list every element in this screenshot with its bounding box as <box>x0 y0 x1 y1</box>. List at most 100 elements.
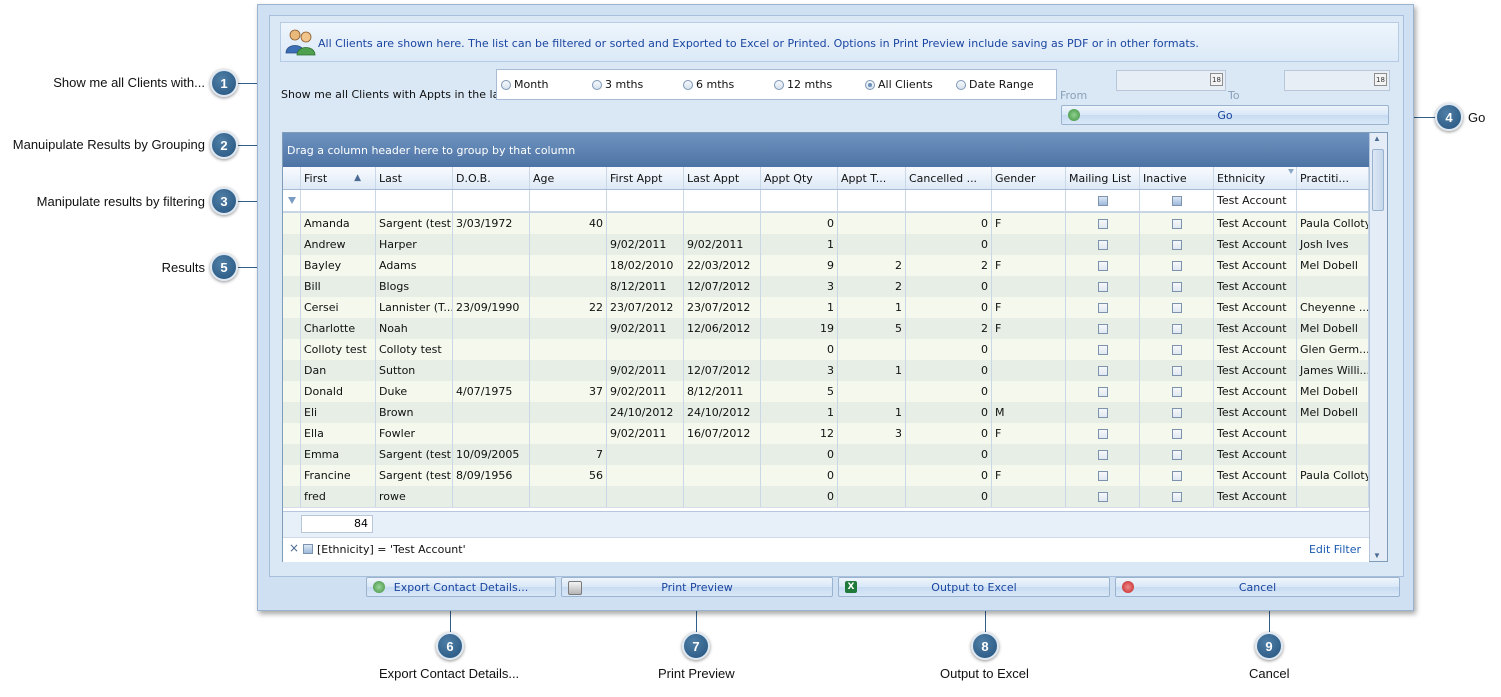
table-row[interactable]: Charlotte Noah 9/02/2011 12/06/2012 19 5 2 F Tes… <box>283 318 1369 340</box>
table-row[interactable]: Bayley Adams 18/02/2010 22/03/2012 9 2 2 F Test … <box>283 255 1369 277</box>
cell-first-appt[interactable]: 9/02/2011 <box>607 381 684 402</box>
cell-practiti[interactable] <box>1297 444 1369 465</box>
cell-age[interactable] <box>530 276 607 297</box>
cell-d-o-b[interactable] <box>453 234 530 255</box>
cell-last-appt[interactable] <box>684 465 761 486</box>
row-checkbox[interactable] <box>1171 428 1182 439</box>
cell-ethnicity[interactable]: Test Account <box>1214 234 1297 255</box>
cell-gender[interactable] <box>992 276 1066 297</box>
filter-cell-appt-qty[interactable] <box>761 190 838 211</box>
cell-ethnicity[interactable]: Test Account <box>1214 318 1297 339</box>
cell-d-o-b[interactable] <box>453 276 530 297</box>
cell-age[interactable] <box>530 402 607 423</box>
cell-cancelled[interactable]: 0 <box>906 381 992 402</box>
cell-age[interactable]: 7 <box>530 444 607 465</box>
cell-first-appt[interactable] <box>607 444 684 465</box>
row-checkbox[interactable] <box>1097 323 1108 334</box>
column-header-ethnicity[interactable]: Ethnicity <box>1214 167 1297 189</box>
export-contact-details-button[interactable]: Export Contact Details... <box>366 577 556 597</box>
cell-first-appt[interactable]: 23/07/2012 <box>607 297 684 318</box>
scroll-down-arrow[interactable]: ▼ <box>1373 551 1381 560</box>
group-by-panel[interactable]: Drag a column header here to group by th… <box>283 133 1369 167</box>
cell-last[interactable]: Colloty test <box>376 339 453 360</box>
cell-first[interactable]: Andrew <box>301 234 376 255</box>
cell-cancelled[interactable]: 0 <box>906 465 992 486</box>
cell-gender[interactable]: F <box>992 213 1066 234</box>
cell-inactive[interactable] <box>1140 339 1214 360</box>
cell-ethnicity[interactable]: Test Account <box>1214 297 1297 318</box>
cell-cancelled[interactable]: 0 <box>906 360 992 381</box>
cancel-button[interactable]: Cancel <box>1115 577 1400 597</box>
cell-last-appt[interactable] <box>684 339 761 360</box>
row-selector[interactable] <box>283 297 301 318</box>
cell-last[interactable]: Fowler <box>376 423 453 444</box>
row-checkbox[interactable] <box>1171 218 1182 229</box>
filter-cell-mailing-list[interactable] <box>1066 190 1140 211</box>
filter-cell-d-o-b[interactable] <box>453 190 530 211</box>
cell-cancelled[interactable]: 0 <box>906 339 992 360</box>
row-selector[interactable] <box>283 381 301 402</box>
row-checkbox[interactable] <box>1097 386 1108 397</box>
radio-month[interactable]: Month <box>501 78 548 91</box>
cell-age[interactable] <box>530 339 607 360</box>
cell-mailing-list[interactable] <box>1066 297 1140 318</box>
cell-last-appt[interactable] <box>684 213 761 234</box>
cell-mailing-list[interactable] <box>1066 276 1140 297</box>
cell-d-o-b[interactable]: 10/09/2005 <box>453 444 530 465</box>
row-selector[interactable] <box>283 486 301 507</box>
cell-practiti[interactable] <box>1297 276 1369 297</box>
cell-last[interactable]: Noah <box>376 318 453 339</box>
edit-filter-link[interactable]: Edit Filter <box>1309 543 1361 556</box>
cell-first-appt[interactable]: 9/02/2011 <box>607 318 684 339</box>
cell-age[interactable] <box>530 318 607 339</box>
table-row[interactable]: Colloty test Colloty test 0 0 Test Account Gl… <box>283 339 1369 361</box>
cell-last[interactable]: Sutton <box>376 360 453 381</box>
cell-ethnicity[interactable]: Test Account <box>1214 360 1297 381</box>
cell-appt-qty[interactable]: 0 <box>761 339 838 360</box>
cell-appt-t[interactable] <box>838 339 906 360</box>
column-header-mailing-list[interactable]: Mailing List <box>1066 167 1140 189</box>
cell-d-o-b[interactable] <box>453 423 530 444</box>
cell-d-o-b[interactable]: 3/03/1972 <box>453 213 530 234</box>
cell-first[interactable]: Donald <box>301 381 376 402</box>
cell-mailing-list[interactable] <box>1066 339 1140 360</box>
row-checkbox[interactable] <box>1171 491 1182 502</box>
row-selector[interactable] <box>283 255 301 276</box>
cell-cancelled[interactable]: 2 <box>906 255 992 276</box>
cell-last[interactable]: Blogs <box>376 276 453 297</box>
cell-practiti[interactable]: Paula Colloty <box>1297 465 1369 486</box>
cell-first-appt[interactable]: 18/02/2010 <box>607 255 684 276</box>
cell-last-appt[interactable]: 16/07/2012 <box>684 423 761 444</box>
cell-appt-qty[interactable]: 1 <box>761 234 838 255</box>
radio-date-range[interactable]: Date Range <box>956 78 1034 91</box>
filter-cell-appt-t[interactable] <box>838 190 906 211</box>
table-row[interactable]: Emma Sargent (test) 10/09/2005 7 0 0 Test Acco… <box>283 444 1369 466</box>
cell-appt-qty[interactable]: 0 <box>761 213 838 234</box>
cell-gender[interactable] <box>992 444 1066 465</box>
table-row[interactable]: fred rowe 0 0 Test Account <box>283 486 1369 508</box>
cell-inactive[interactable] <box>1140 423 1214 444</box>
cell-appt-t[interactable] <box>838 234 906 255</box>
cell-ethnicity[interactable]: Test Account <box>1214 465 1297 486</box>
filter-checkbox[interactable] <box>1171 195 1182 206</box>
cell-inactive[interactable] <box>1140 402 1214 423</box>
row-checkbox[interactable] <box>1097 302 1108 313</box>
cell-inactive[interactable] <box>1140 318 1214 339</box>
column-header-practiti[interactable]: Practiti... <box>1297 167 1369 189</box>
cell-last-appt[interactable]: 22/03/2012 <box>684 255 761 276</box>
cell-d-o-b[interactable] <box>453 402 530 423</box>
row-checkbox[interactable] <box>1097 260 1108 271</box>
cell-last[interactable]: Duke <box>376 381 453 402</box>
cell-last-appt[interactable] <box>684 486 761 507</box>
cell-ethnicity[interactable]: Test Account <box>1214 486 1297 507</box>
cell-age[interactable]: 56 <box>530 465 607 486</box>
cell-practiti[interactable]: Mel Dobell <box>1297 318 1369 339</box>
filter-cell-cancelled[interactable] <box>906 190 992 211</box>
row-selector[interactable] <box>283 444 301 465</box>
row-selector[interactable] <box>283 234 301 255</box>
row-checkbox[interactable] <box>1097 218 1108 229</box>
column-header-cancelled[interactable]: Cancelled ... <box>906 167 992 189</box>
cell-practiti[interactable]: Glen Germ... <box>1297 339 1369 360</box>
to-date-field[interactable]: 18 <box>1284 70 1390 91</box>
scroll-up-arrow[interactable]: ▲ <box>1373 134 1381 143</box>
